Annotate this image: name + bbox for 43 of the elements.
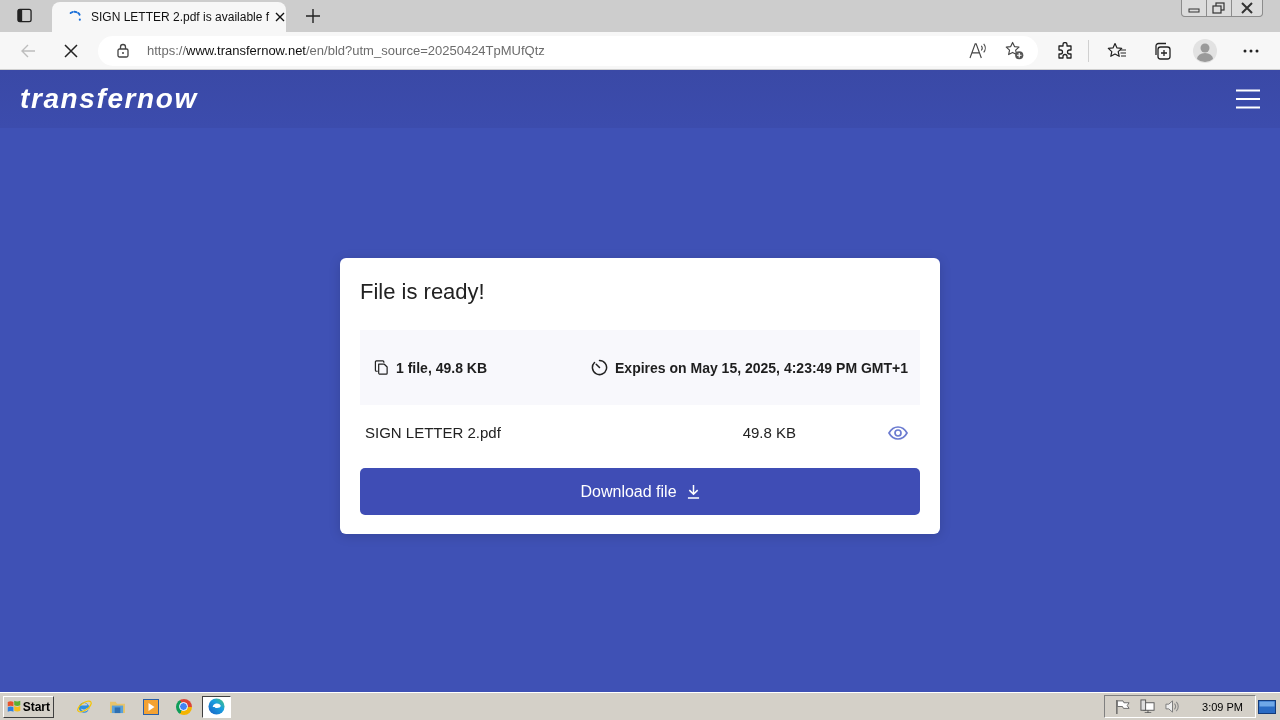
url-text[interactable]: https://www.transfernow.net/en/bld?utm_source=20250424TpMUfQtz (147, 43, 545, 58)
clock[interactable]: 3:09 PM (1202, 700, 1243, 713)
speaker-icon[interactable] (1165, 699, 1181, 714)
logo[interactable]: transfernow (20, 84, 198, 114)
avatar-icon[interactable] (1193, 38, 1217, 63)
start-button[interactable]: Start (3, 695, 54, 718)
expiry-date: Expires on May 15, 2025, 4:23:49 PM GMT+1 (615, 359, 908, 376)
restore-icon[interactable] (1207, 0, 1231, 16)
download-button[interactable]: Download file (360, 468, 920, 515)
copy-icon (374, 360, 389, 375)
star-plus-icon[interactable] (1005, 41, 1024, 60)
favorites-icon[interactable] (1107, 41, 1127, 60)
puzzle-icon[interactable] (1056, 41, 1074, 60)
eye-icon[interactable] (888, 425, 908, 440)
desktop-icon[interactable] (1258, 699, 1276, 714)
flag-icon[interactable] (1115, 699, 1131, 714)
round-logo-icon (175, 698, 192, 715)
collections-icon[interactable] (1153, 41, 1171, 60)
more-icon[interactable] (1243, 48, 1259, 53)
timer-icon (591, 359, 609, 376)
window-close-icon[interactable] (1232, 0, 1262, 16)
tab-actions-icon[interactable] (17, 8, 32, 23)
browser-tab[interactable]: SIGN LETTER 2.pdf is available f (52, 2, 286, 32)
taskbar-button[interactable] (202, 695, 231, 718)
file-size: 49.8 KB (742, 424, 796, 441)
close-icon[interactable] (275, 12, 286, 22)
lock-icon[interactable] (117, 43, 129, 58)
minimize-icon[interactable] (1182, 0, 1206, 16)
folder-icon (109, 699, 126, 714)
address-bar[interactable]: https://www.transfernow.net/en/bld?utm_source=20250424TpMUfQtz (98, 35, 1038, 66)
play-icon (142, 698, 159, 715)
flag-logo-icon (7, 699, 21, 714)
file-count: 1 file, 49.8 KB (396, 359, 488, 376)
download-icon (686, 484, 700, 499)
e-logo-icon (76, 698, 93, 715)
menu-icon[interactable] (1236, 89, 1260, 109)
file-name: SIGN LETTER 2.pdf (365, 424, 502, 441)
swirl-logo-icon (208, 698, 225, 715)
read-aloud-icon[interactable] (969, 42, 988, 59)
card-title: File is ready! (360, 278, 486, 306)
plus-icon[interactable] (306, 9, 320, 23)
stop-icon[interactable] (64, 43, 78, 58)
network-icon[interactable] (1140, 699, 1156, 714)
